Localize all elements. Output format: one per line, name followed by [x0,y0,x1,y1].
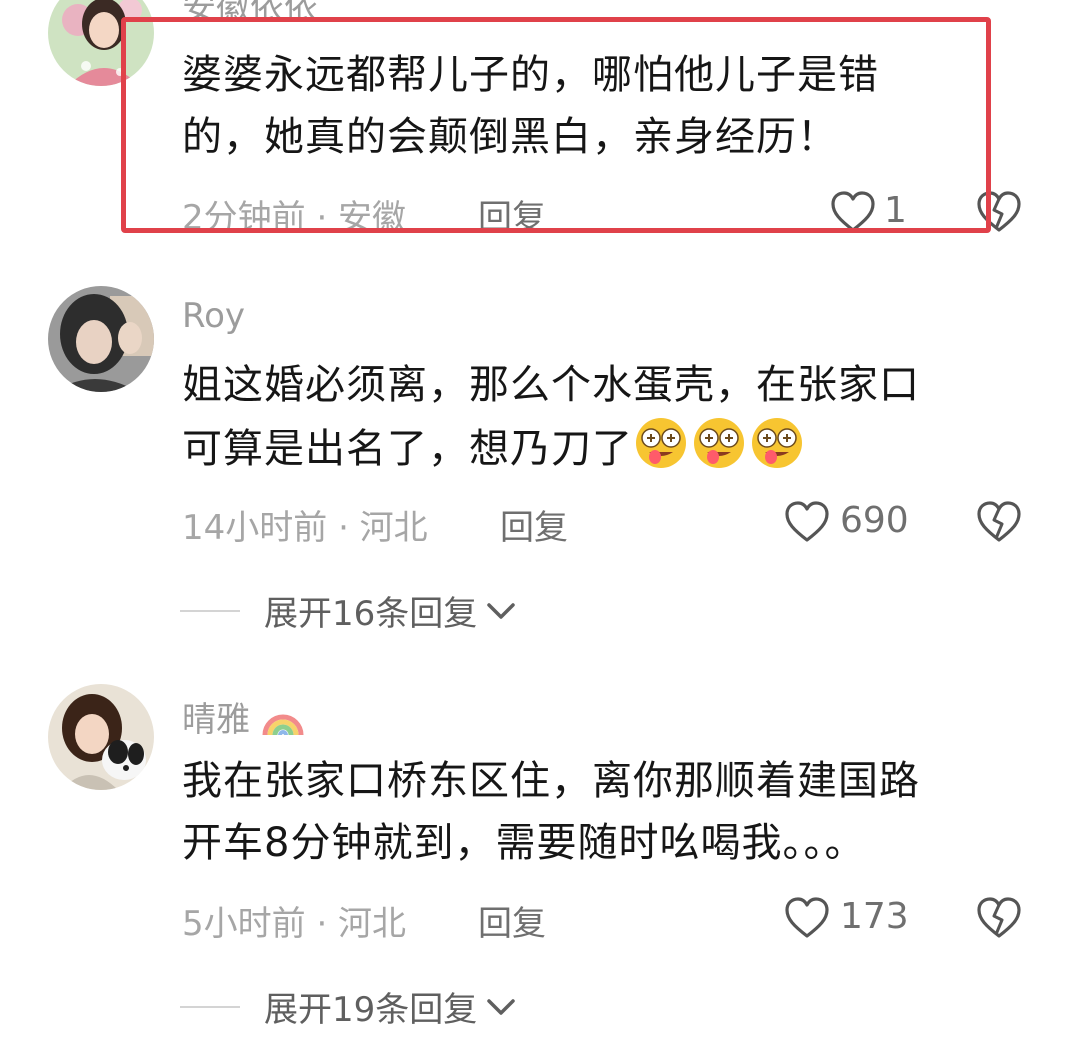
chevron-down-icon [487,998,516,1015]
reply-button[interactable]: 回复 [500,500,568,549]
comment-username[interactable]: Roy [182,296,245,336]
comment-meta: 14小时前 · 河北 [182,508,428,548]
expand-replies-label: 展开16条回复 [264,594,478,634]
drooling-face-emoji [749,416,805,488]
comment-text-line: 开车8分钟就到，需要随时吆喝我。。。 [182,820,866,866]
drooling-face-emoji [691,416,747,488]
avatar[interactable] [48,684,154,790]
comment-text: 我在张家口桥东区住，离你那顺着建国路 开车8分钟就到，需要随时吆喝我。。。 [182,750,920,874]
comment-username-text: 晴雅 [182,700,250,740]
comment-text-line: 可算是出名了，想乃刀了 [182,416,920,488]
comment-text-fragment: 可算是出名了，想乃刀了 [182,426,633,472]
comment-text-line: 我在张家口桥东区住，离你那顺着建国路 [182,758,920,804]
reply-button[interactable]: 回复 [478,896,546,945]
chevron-down-icon [487,602,516,619]
rainbow-icon [262,714,304,736]
heart-outline-icon[interactable] [784,896,830,940]
comment-text-line: 姐这婚必须离，那么个水蛋壳，在张家口 [182,362,920,408]
expand-replies-button[interactable]: 展开16条回复 [180,586,517,635]
highlight-box [121,17,991,233]
divider [180,1005,240,1008]
like-count: 690 [840,500,909,541]
comment-text: 姐这婚必须离，那么个水蛋壳，在张家口 可算是出名了，想乃刀了 [182,354,920,488]
comment-meta: 5小时前 · 河北 [182,904,407,944]
expand-replies-label: 展开19条回复 [264,990,478,1030]
heart-outline-icon[interactable] [784,500,830,544]
divider [180,609,240,612]
comment-username[interactable]: 晴雅 [182,692,305,741]
like-count: 173 [840,896,909,937]
broken-heart-icon[interactable] [976,896,1022,940]
avatar[interactable] [48,286,154,392]
drooling-face-emoji [633,416,689,488]
broken-heart-icon[interactable] [976,500,1022,544]
expand-replies-button[interactable]: 展开19条回复 [180,982,517,1031]
